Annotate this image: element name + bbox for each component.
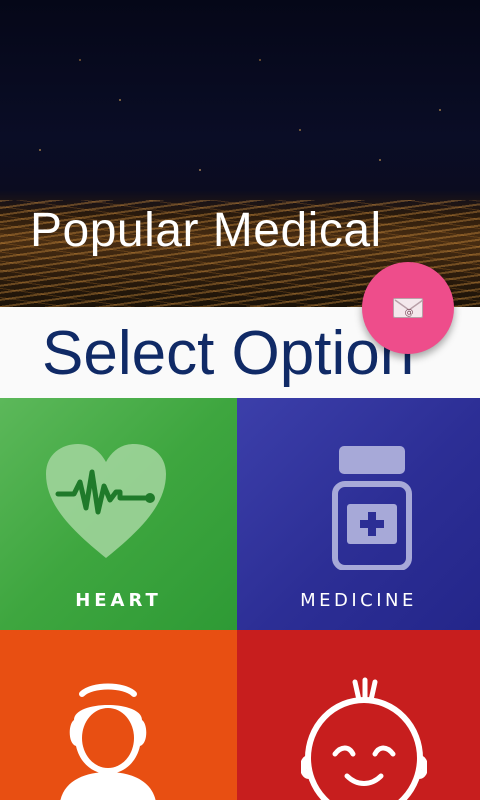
tile-medicine-label: MEDICINE <box>300 590 417 611</box>
tile-heart-label: HEART <box>75 590 162 611</box>
baby-face-icon <box>301 677 427 800</box>
tile-medicine[interactable]: MEDICINE <box>237 398 480 630</box>
select-option-title: Select Option <box>42 319 415 388</box>
tile-baby[interactable] <box>237 630 480 800</box>
email-icon: @ <box>393 298 424 318</box>
svg-text:@: @ <box>405 308 414 318</box>
tile-heart[interactable]: HEART <box>0 398 237 630</box>
tile-nurse[interactable] <box>0 630 237 800</box>
header-banner: Popular Medical <box>0 0 480 307</box>
heart-pulse-icon <box>46 444 166 558</box>
medicine-bottle-icon <box>332 446 412 570</box>
app-title: Popular Medical <box>30 204 382 257</box>
nurse-icon <box>60 683 156 800</box>
email-fab-button[interactable]: @ <box>362 262 454 354</box>
